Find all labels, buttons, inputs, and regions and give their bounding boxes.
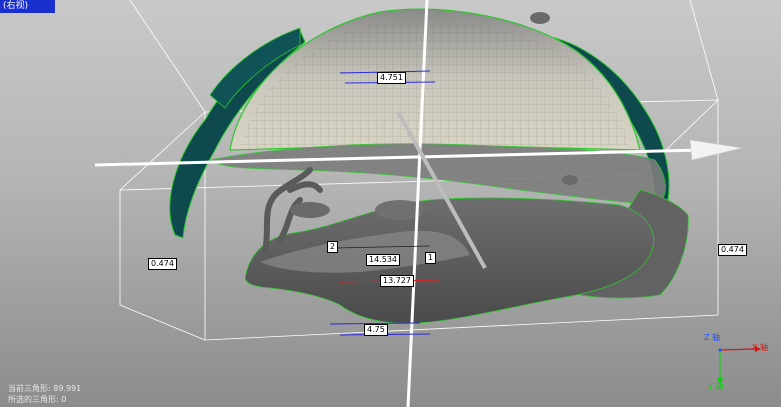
3d-viewport[interactable]: (右视) 4.751 0.474 0.474 14.534 13.727 4.7… (0, 0, 781, 407)
z-axis-label: Z 轴 (704, 333, 721, 342)
x-axis-label: X 轴 (752, 343, 769, 352)
y-axis-label: Y 轴 (708, 382, 724, 391)
status-current-triangles: 当前三角形: 89.991 (8, 384, 81, 394)
status-current-value: 89.991 (53, 384, 82, 393)
marker-2[interactable]: 2 (327, 241, 339, 253)
measurement-left-height[interactable]: 0.474 (148, 258, 177, 270)
measurement-center-length[interactable]: 14.534 (366, 254, 400, 266)
view-label: (右视) (0, 0, 55, 13)
measurement-red-length[interactable]: 13.727 (380, 275, 414, 287)
measurement-bottom-width[interactable]: 4.75 (364, 324, 388, 336)
status-selected-triangles: 所选的三角形: 0 (8, 395, 66, 405)
marker-1[interactable]: 1 (425, 252, 437, 264)
status-selected-label: 所选的三角形: (8, 395, 59, 404)
status-selected-value: 0 (61, 395, 67, 404)
status-current-label: 当前三角形: (8, 384, 51, 393)
measurement-top-width[interactable]: 4.751 (377, 72, 406, 84)
measurement-right-height[interactable]: 0.474 (718, 244, 747, 256)
